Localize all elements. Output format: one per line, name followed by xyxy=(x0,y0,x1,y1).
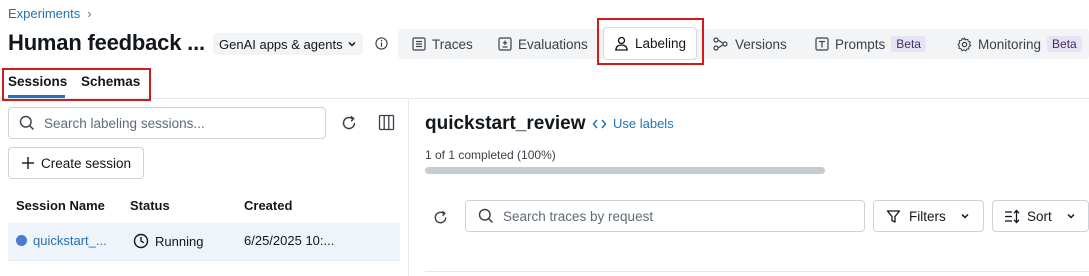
sort-label: Sort xyxy=(1027,208,1052,224)
chevron-down-icon xyxy=(960,211,970,221)
list-icon xyxy=(412,37,426,51)
columns-icon[interactable] xyxy=(378,114,395,131)
tab-monitoring[interactable]: Monitoring Beta xyxy=(957,29,1082,59)
gear-icon xyxy=(957,36,972,52)
info-icon[interactable] xyxy=(375,37,388,50)
tab-evaluations[interactable]: Evaluations xyxy=(498,29,588,59)
session-color-dot xyxy=(16,235,27,246)
search-icon xyxy=(19,115,35,131)
session-title: quickstart_review xyxy=(425,113,586,134)
tab-monitoring-label: Monitoring xyxy=(978,36,1042,52)
status-cell: Running xyxy=(133,233,203,249)
create-session-button[interactable]: Create session xyxy=(8,147,144,179)
progress-bar xyxy=(425,167,825,174)
highlight-subtabs xyxy=(2,68,151,101)
trace-search[interactable] xyxy=(465,200,865,232)
plus-icon xyxy=(21,156,35,170)
highlight-labeling-tab xyxy=(597,18,704,65)
tab-traces[interactable]: Traces xyxy=(412,29,473,59)
tab-prompts-label: Prompts xyxy=(835,36,886,52)
breadcrumb-experiments-link[interactable]: Experiments xyxy=(8,6,80,21)
trace-search-input[interactable] xyxy=(503,208,853,224)
breadcrumb-separator: › xyxy=(87,6,92,21)
chevron-down-icon xyxy=(347,39,357,49)
prompt-icon xyxy=(815,37,829,51)
divider xyxy=(0,98,1089,99)
refresh-icon[interactable] xyxy=(340,114,358,132)
filters-label: Filters xyxy=(909,208,946,224)
beta-badge: Beta xyxy=(1047,36,1082,52)
created-cell: 6/25/2025 10:... xyxy=(244,233,335,248)
sort-button[interactable]: Sort xyxy=(992,200,1089,232)
progress-text: 1 of 1 completed (100%) xyxy=(425,148,556,162)
progress-bar-fill xyxy=(425,167,825,174)
use-labels-link[interactable]: Use labels xyxy=(592,116,674,131)
code-icon xyxy=(592,118,607,130)
tab-versions-label: Versions xyxy=(735,36,787,52)
versions-icon xyxy=(713,37,729,51)
chevron-down-icon xyxy=(1066,211,1076,221)
tab-versions[interactable]: Versions xyxy=(713,29,787,59)
page-title: Human feedback ... xyxy=(8,30,205,55)
status-text: Running xyxy=(155,233,204,249)
app-type-select[interactable]: GenAI apps & agents xyxy=(213,33,363,55)
tab-traces-label: Traces xyxy=(432,36,473,52)
tab-prompts[interactable]: Prompts Beta xyxy=(815,29,926,59)
filter-icon xyxy=(886,209,901,224)
evaluation-icon xyxy=(498,37,512,51)
refresh-icon[interactable] xyxy=(432,209,449,226)
session-search[interactable] xyxy=(8,107,326,139)
session-search-input[interactable] xyxy=(44,115,304,131)
column-header-session-name[interactable]: Session Name xyxy=(16,198,105,213)
row-divider xyxy=(8,260,400,261)
breadcrumb: Experiments › xyxy=(8,6,92,21)
app-type-select-label: GenAI apps & agents xyxy=(219,36,343,52)
divider xyxy=(425,271,1089,272)
search-icon xyxy=(478,208,494,224)
column-header-status[interactable]: Status xyxy=(130,198,170,213)
session-name-cell: quickstart_... xyxy=(16,233,107,248)
filters-button[interactable]: Filters xyxy=(873,200,984,232)
tab-evaluations-label: Evaluations xyxy=(518,36,588,52)
beta-badge: Beta xyxy=(891,36,926,52)
session-name-link[interactable]: quickstart_... xyxy=(33,233,107,248)
sort-icon xyxy=(1004,209,1021,224)
column-header-created[interactable]: Created xyxy=(244,198,292,213)
create-session-label: Create session xyxy=(41,155,132,171)
use-labels-label: Use labels xyxy=(613,116,674,131)
clock-icon xyxy=(133,233,149,249)
panel-divider[interactable] xyxy=(408,99,409,276)
